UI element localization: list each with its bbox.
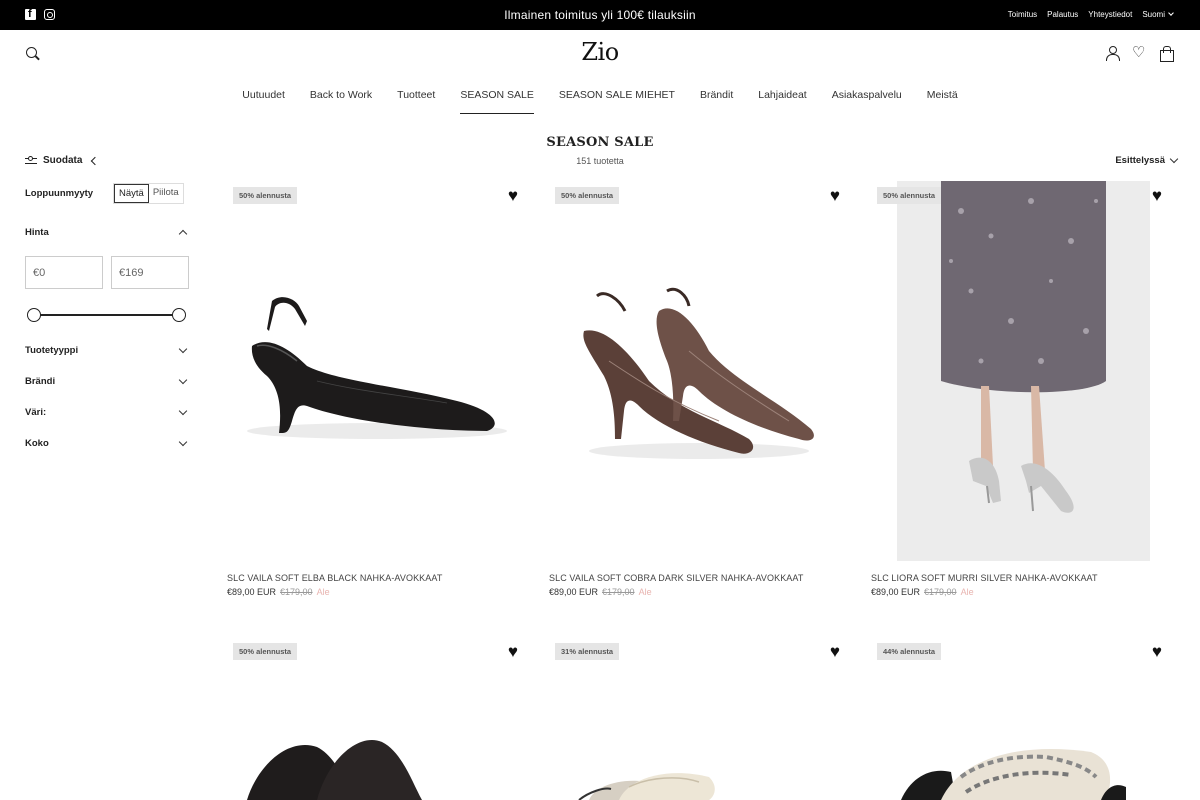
product-image[interactable]: 31% alennusta ♥ [549,637,849,800]
language-label: Suomi [1142,10,1165,19]
nav-item-tuotteet[interactable]: Tuotteet [397,89,435,114]
chevron-down-icon [1168,10,1174,16]
main-nav: Uutuudet Back to Work Tuotteet SEASON SA… [0,89,1200,114]
nav-item-season-sale[interactable]: SEASON SALE [460,89,534,114]
heart-icon[interactable]: ♥ [508,643,518,660]
product-title[interactable]: SLC VAILA SOFT COBRA DARK SILVER NAHKA-A… [549,573,803,583]
product-count: 151 tuotetta [576,156,624,166]
original-price: €179,00 [924,587,957,597]
product-image[interactable]: 44% alennusta ♥ [871,637,1171,800]
product-image[interactable]: 50% alennusta ♥ [549,181,849,561]
account-icon[interactable] [1105,46,1120,61]
chevron-up-icon [178,229,188,239]
discount-badge: 31% alennusta [555,643,620,660]
facet-brandi[interactable]: Brändi [25,375,189,387]
chevron-down-icon [178,406,188,416]
link-toimitus[interactable]: Toimitus [1008,10,1037,19]
language-selector[interactable]: Suomi [1142,10,1174,19]
nav-item-season-sale-miehet[interactable]: SEASON SALE MIEHET [559,89,675,114]
logo[interactable]: Zio [0,38,1200,66]
original-price: €179,00 [280,587,313,597]
facet-label: Väri: [25,407,47,418]
price-max-input[interactable]: €169 [111,256,189,289]
sold-out-show-button[interactable]: Näytä [114,184,149,203]
heart-icon[interactable]: ♥ [830,643,840,660]
heart-icon[interactable]: ♥ [1152,643,1162,660]
collection-title: SEASON SALE [546,135,654,150]
nav-item-meista[interactable]: Meistä [927,89,958,114]
cart-icon[interactable] [1159,46,1174,62]
sold-out-label: Loppuunmyyty [25,188,94,199]
sold-out-hide-button[interactable]: Piilota [149,184,183,203]
product-title[interactable]: SLC LIORA SOFT MURRI SILVER NAHKA-AVOKKA… [871,573,1098,583]
price-range-max-handle[interactable] [172,308,186,322]
sort-dropdown[interactable]: Esittelyssä [1115,154,1179,166]
current-price: €89,00 EUR [227,587,277,597]
discount-badge: 50% alennusta [555,187,620,204]
facet-tuotetyyppi[interactable]: Tuotetyyppi [25,344,189,356]
discount-badge: 50% alennusta [233,643,298,660]
facet-label: Tuotetyyppi [25,345,79,356]
facet-label: Koko [25,438,49,449]
nav-item-asiakaspalvelu[interactable]: Asiakaspalvelu [832,89,902,114]
product-price: €89,00 EUR €179,00 Ale [227,587,330,597]
product-image[interactable]: 50% alennusta ♥ [227,181,527,561]
facet-label: Hinta [25,227,49,238]
chevron-down-icon [178,344,188,354]
link-palautus[interactable]: Palautus [1047,10,1078,19]
product-title[interactable]: SLC VAILA SOFT ELBA BLACK NAHKA-AVOKKAAT [227,573,442,583]
sale-label: Ale [638,587,652,597]
product-image[interactable]: 50% alennusta ♥ [871,181,1171,561]
product-image[interactable]: 50% alennusta ♥ [227,637,527,800]
link-yhteystiedot[interactable]: Yhteystiedot [1088,10,1132,19]
price-range-min-handle[interactable] [27,308,41,322]
nav-item-lahjaideat[interactable]: Lahjaideat [758,89,806,114]
announcement-bar: Ilmainen toimitus yli 100€ tilauksiin To… [0,0,1200,30]
header-icons: ♡ [1105,45,1174,62]
current-price: €89,00 EUR [871,587,921,597]
product-price: €89,00 EUR €179,00 Ale [871,587,974,597]
discount-badge: 50% alennusta [877,187,942,204]
sort-label: Esittelyssä [1115,155,1165,166]
facet-label: Brändi [25,376,56,387]
nav-item-brandit[interactable]: Brändit [700,89,733,114]
discount-badge: 50% alennusta [233,187,298,204]
facet-price-header[interactable]: Hinta [25,227,189,239]
original-price: €179,00 [602,587,635,597]
discount-badge: 44% alennusta [877,643,942,660]
nav-item-back-to-work[interactable]: Back to Work [310,89,372,114]
sale-label: Ale [960,587,974,597]
heart-icon[interactable]: ♥ [1152,187,1162,204]
facet-vari[interactable]: Väri: [25,406,189,418]
product-price: €89,00 EUR €179,00 Ale [549,587,652,597]
chevron-down-icon [178,375,188,385]
heart-icon[interactable]: ♥ [508,187,518,204]
heart-icon[interactable]: ♥ [830,187,840,204]
sold-out-toggle: Näytä Piilota [113,183,184,204]
sale-label: Ale [316,587,330,597]
nav-item-uutuudet[interactable]: Uutuudet [242,89,285,114]
price-min-input[interactable]: €0 [25,256,103,289]
wishlist-icon[interactable]: ♡ [1132,45,1146,60]
facet-koko[interactable]: Koko [25,437,189,449]
price-range-track [34,314,179,316]
utility-links: Toimitus Palautus Yhteystiedot Suomi [1008,10,1174,19]
chevron-down-icon [178,437,188,447]
current-price: €89,00 EUR [549,587,599,597]
